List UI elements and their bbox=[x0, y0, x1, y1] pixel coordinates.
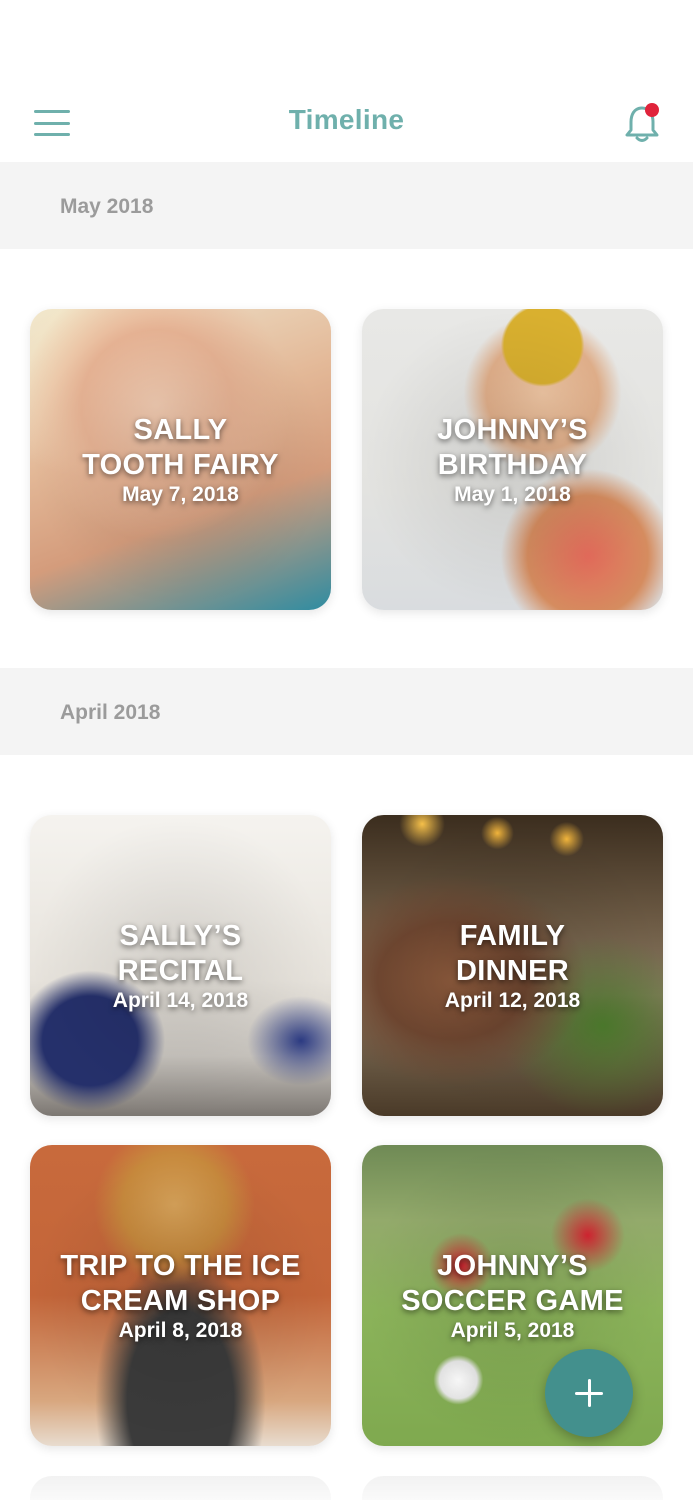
card-title: FAMILY DINNER bbox=[456, 919, 569, 987]
card-caption: JOHNNY’S SOCCER GAME April 5, 2018 bbox=[362, 1249, 663, 1343]
card-caption: FAMILY DINNER April 12, 2018 bbox=[362, 919, 663, 1013]
card-title: JOHNNY’S SOCCER GAME bbox=[401, 1249, 624, 1317]
card-title: TRIP TO THE ICE CREAM SHOP bbox=[60, 1249, 301, 1317]
timeline-card-partial[interactable] bbox=[30, 1476, 331, 1500]
card-date: April 5, 2018 bbox=[450, 1318, 575, 1342]
notification-badge bbox=[645, 103, 659, 117]
timeline-card-sally-tooth-fairy[interactable]: SALLY TOOTH FAIRY May 7, 2018 bbox=[30, 309, 331, 610]
timeline-card-ice-cream-shop[interactable]: TRIP TO THE ICE CREAM SHOP April 8, 2018 bbox=[30, 1145, 331, 1446]
card-caption: SALLY’S RECITAL April 14, 2018 bbox=[30, 919, 331, 1013]
card-date: May 1, 2018 bbox=[454, 482, 571, 506]
card-caption: JOHNNY’S BIRTHDAY May 1, 2018 bbox=[362, 413, 663, 507]
card-date: April 14, 2018 bbox=[112, 988, 249, 1012]
section-label: April 2018 bbox=[60, 701, 161, 724]
plus-icon-vertical bbox=[587, 1379, 591, 1407]
timeline-card-johnnys-birthday[interactable]: JOHNNY’S BIRTHDAY May 1, 2018 bbox=[362, 309, 663, 610]
card-date: April 12, 2018 bbox=[444, 988, 581, 1012]
card-caption: TRIP TO THE ICE CREAM SHOP April 8, 2018 bbox=[30, 1249, 331, 1343]
card-date: May 7, 2018 bbox=[122, 482, 239, 506]
timeline-card-sallys-recital[interactable]: SALLY’S RECITAL April 14, 2018 bbox=[30, 815, 331, 1116]
card-date: April 8, 2018 bbox=[118, 1318, 243, 1342]
page-title: Timeline bbox=[288, 104, 405, 135]
timeline-card-family-dinner[interactable]: FAMILY DINNER April 12, 2018 bbox=[362, 815, 663, 1116]
app-header: Timeline bbox=[0, 0, 693, 162]
card-title: SALLY TOOTH FAIRY bbox=[82, 413, 279, 481]
section-label: May 2018 bbox=[60, 195, 154, 218]
card-caption: SALLY TOOTH FAIRY May 7, 2018 bbox=[30, 413, 331, 507]
timeline-card-partial[interactable] bbox=[362, 1476, 663, 1500]
card-title: JOHNNY’S BIRTHDAY bbox=[437, 413, 588, 481]
card-title: SALLY’S RECITAL bbox=[117, 919, 244, 987]
section-header-april-2018: April 2018 bbox=[0, 668, 693, 755]
section-header-may-2018: May 2018 bbox=[0, 162, 693, 249]
add-button[interactable] bbox=[545, 1349, 633, 1437]
